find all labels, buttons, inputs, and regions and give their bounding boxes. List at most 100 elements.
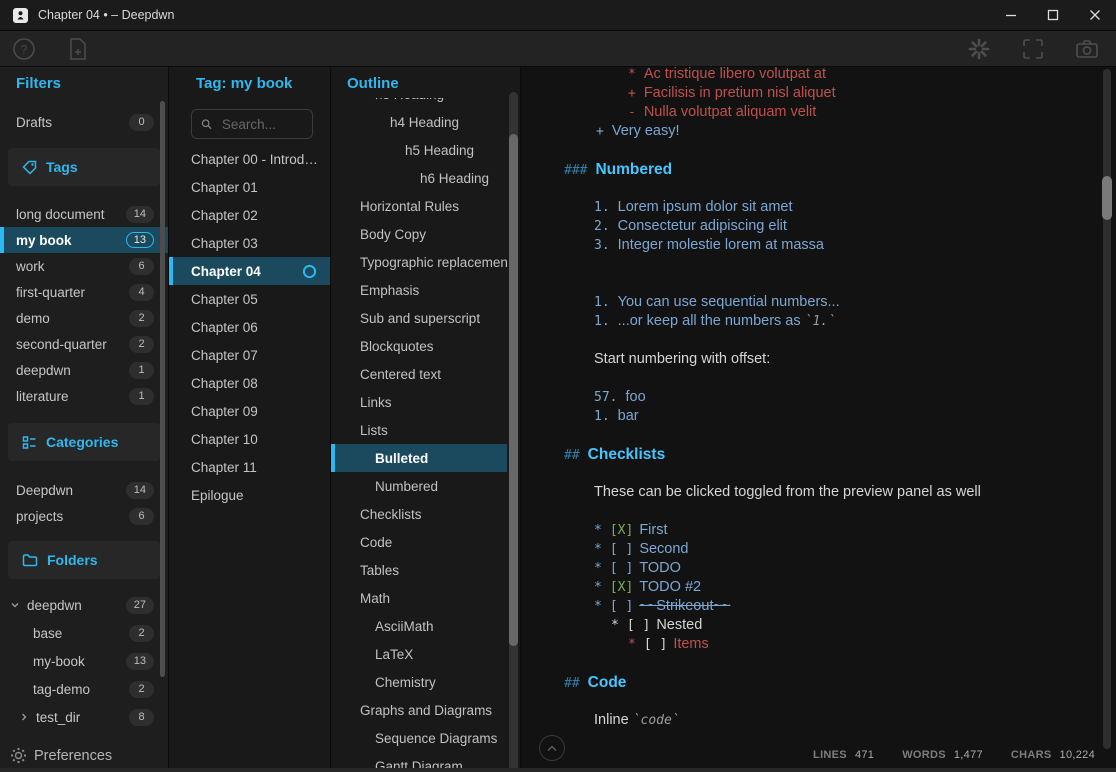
chapter-item[interactable]: Chapter 09 [169,397,331,425]
chapter-item[interactable]: Chapter 02 [169,201,331,229]
chapter-item[interactable]: Chapter 05 [169,285,331,313]
outline-item-label: Code [360,535,507,550]
folder-item[interactable]: deepdwn27 [0,591,168,619]
editor-scrollbar-thumb[interactable] [1102,176,1112,220]
folder-item[interactable]: my-book13 [0,647,168,675]
tag-item[interactable]: demo2 [0,305,168,331]
chapter-item[interactable]: Chapter 08 [169,369,331,397]
section-categories[interactable]: Categories [8,423,160,461]
filters-title: Filters [0,67,168,97]
outline-item[interactable]: Numbered [331,472,507,500]
outline-item[interactable]: Bulleted [331,444,507,472]
outline-item[interactable]: Code [331,528,507,556]
preferences-button[interactable]: Preferences [10,747,112,764]
outline-item[interactable]: Math [331,584,507,612]
tag-item[interactable]: my book13 [0,227,168,253]
tag-item-label: second-quarter [16,337,129,352]
tag-item[interactable]: literature1 [0,383,168,409]
camera-icon[interactable] [1072,34,1102,64]
outline-item[interactable]: Emphasis [331,276,507,304]
outline-item[interactable]: Graphs and Diagrams [331,696,507,724]
outline-item[interactable]: Typographic replacemen [331,248,507,276]
category-item[interactable]: Deepdwn14 [0,477,168,503]
chevron-right-icon[interactable] [19,712,33,722]
editor-line [521,331,1116,350]
chapter-item[interactable]: Chapter 00 - Introd… [169,145,331,173]
category-item[interactable]: projects6 [0,503,168,529]
minimize-button[interactable] [990,0,1032,30]
count-badge: 2 [129,625,154,642]
editor-line [521,502,1116,521]
window-bottom-edge [0,768,1116,772]
maximize-button[interactable] [1032,0,1074,30]
deepdwn-window: Chapter 04 • – Deepdwn ? [0,0,1116,772]
editor-line: -Nulla volutpat aliquam velit [521,103,1116,122]
outline-item[interactable]: h6 Heading [331,164,507,192]
outline-item[interactable]: h5 Heading [331,136,507,164]
chapter-item[interactable]: Chapter 11 [169,453,331,481]
chapter-item-label: Chapter 00 - Introd… [191,152,317,167]
outline-item[interactable]: Centered text [331,360,507,388]
editor-line [521,255,1116,274]
scroll-to-top-button[interactable] [539,735,565,761]
section-tags[interactable]: Tags [8,148,160,186]
count-badge: 8 [129,709,154,726]
outline-item[interactable]: Blockquotes [331,332,507,360]
tag-list: long document14my book13work6first-quart… [0,201,168,409]
outline-item[interactable]: Links [331,388,507,416]
chapter-item[interactable]: Chapter 07 [169,341,331,369]
outline-item[interactable]: Chemistry [331,668,507,696]
outline-item[interactable]: LaTeX [331,640,507,668]
help-icon[interactable]: ? [9,34,39,64]
tag-item[interactable]: first-quarter4 [0,279,168,305]
chapter-item[interactable]: Chapter 03 [169,229,331,257]
editor[interactable]: *Ac tristique libero volutpat at+Facilis… [520,67,1116,772]
outline-item[interactable]: Sequence Diagrams [331,724,507,752]
outline-item[interactable]: Checklists [331,500,507,528]
chapter-item[interactable]: Epilogue [169,481,331,509]
outline-item-label: Sequence Diagrams [375,731,507,746]
tag-item[interactable]: second-quarter2 [0,331,168,357]
stat-lines: LINES471 [813,749,874,761]
outline-item-label: h4 Heading [390,115,507,130]
chapter-item[interactable]: Chapter 01 [169,173,331,201]
sidebar-scrollbar-thumb[interactable] [160,101,165,677]
section-folders[interactable]: Folders [8,541,160,579]
folder-item[interactable]: base2 [0,619,168,647]
count-badge: 1 [129,388,154,405]
focus-mode-icon[interactable] [1018,34,1048,64]
new-file-icon[interactable] [63,34,93,64]
chevron-down-icon[interactable] [10,600,24,610]
folder-icon [22,553,38,567]
tag-item-label: literature [16,389,129,404]
chevron-up-icon [547,745,557,752]
outline-item[interactable]: Lists [331,416,507,444]
chapter-item[interactable]: Chapter 06 [169,313,331,341]
outline-item[interactable]: AsciiMath [331,612,507,640]
outline-scrollbar-thumb[interactable] [509,134,518,646]
filter-drafts[interactable]: Drafts 0 [0,109,168,135]
outline-panel: h3 Headingh4 Headingh5 Headingh6 Heading… [330,67,521,772]
tag-item-label: work [16,259,129,274]
count-badge: 0 [129,114,154,131]
flower-icon[interactable] [964,34,994,64]
close-button[interactable] [1074,0,1116,30]
editor-line: *[ ]Nested [521,616,1116,635]
outline-item[interactable]: h4 Heading [331,108,507,136]
tag-item[interactable]: work6 [0,253,168,279]
outline-item[interactable]: Horizontal Rules [331,192,507,220]
tag-item[interactable]: long document14 [0,201,168,227]
editor-line [521,369,1116,388]
chapter-item-label: Chapter 11 [191,460,317,475]
folder-item-label: tag-demo [33,682,129,697]
outline-item[interactable]: Sub and superscript [331,304,507,332]
chapter-item[interactable]: Chapter 10 [169,425,331,453]
outline-item[interactable]: Tables [331,556,507,584]
folder-item[interactable]: tag-demo2 [0,675,168,703]
tag-item[interactable]: deepdwn1 [0,357,168,383]
outline-item[interactable]: Body Copy [331,220,507,248]
folder-item[interactable]: test_dir8 [0,703,168,731]
chapter-item[interactable]: Chapter 04 [169,257,331,285]
chapter-item-label: Chapter 02 [191,208,317,223]
search-input[interactable] [220,116,303,133]
